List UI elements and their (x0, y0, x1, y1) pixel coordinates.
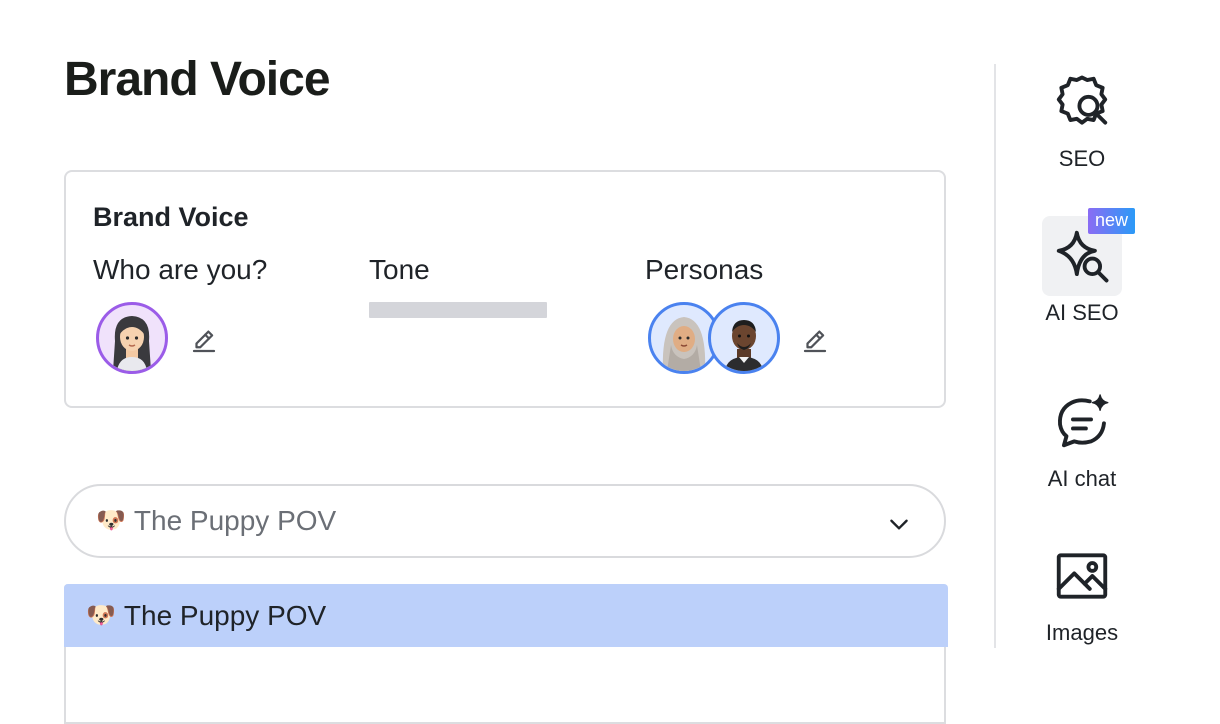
tool-icon-wrapper (1042, 382, 1122, 462)
personas-label: Personas (645, 254, 764, 285)
brand-voice-dropdown: 🐶 The Puppy POV (64, 584, 948, 724)
user-avatar (96, 302, 168, 374)
brand-voice-card: Brand Voice Who are you? Tone Personas (64, 170, 946, 408)
sparkle-search-icon (1056, 230, 1109, 283)
tone-loading-placeholder (369, 302, 547, 318)
sidebar-tool-label: AI SEO (1045, 300, 1119, 325)
sidebar-tool-label: Images (1045, 620, 1119, 645)
chat-sparkle-icon (1058, 394, 1109, 448)
edit-who-are-you-button[interactable] (187, 324, 221, 358)
brand-voice-select-value: The Puppy POV (133, 505, 337, 536)
tone-label: Tone (369, 254, 430, 285)
brand-voice-select[interactable]: 🐶 The Puppy POV (64, 484, 946, 558)
who-are-you-label: Who are you? (93, 254, 268, 285)
edit-personas-button[interactable] (798, 324, 832, 358)
sidebar-tool-label: SEO (1058, 146, 1106, 171)
sidebar-divider (994, 64, 996, 648)
persona-avatar (708, 302, 780, 374)
sidebar-tool-ai-seo[interactable]: new AI SEO (1030, 208, 1136, 326)
dog-emoji-icon: 🐶 (96, 507, 126, 534)
dog-emoji-icon: 🐶 (86, 601, 116, 629)
chevron-down-icon (890, 519, 908, 530)
pencil-icon (192, 330, 216, 353)
personas-section: Personas (645, 254, 827, 374)
dropdown-option-label: The Puppy POV (123, 599, 327, 631)
tone-section: Tone (369, 254, 547, 318)
sidebar-tool-seo[interactable]: SEO (1030, 62, 1134, 172)
who-are-you-section: Who are you? (93, 254, 268, 374)
pencil-icon (803, 330, 827, 353)
image-icon (1056, 553, 1108, 599)
brand-voice-card-title: Brand Voice (93, 202, 249, 232)
sidebar-tool-images[interactable]: Images (1030, 536, 1134, 646)
tool-icon-wrapper (1042, 62, 1122, 142)
tool-icon-wrapper (1042, 536, 1122, 616)
tool-icon-wrapper: new (1042, 208, 1136, 296)
page-title: Brand Voice (64, 53, 331, 106)
sidebar-tool-label: AI chat (1047, 466, 1117, 491)
dropdown-option[interactable]: 🐶 The Puppy POV (64, 584, 948, 647)
sidebar-tool-ai-chat[interactable]: AI chat (1030, 382, 1134, 492)
new-badge: new (1088, 208, 1136, 234)
gear-search-icon (1056, 75, 1108, 125)
